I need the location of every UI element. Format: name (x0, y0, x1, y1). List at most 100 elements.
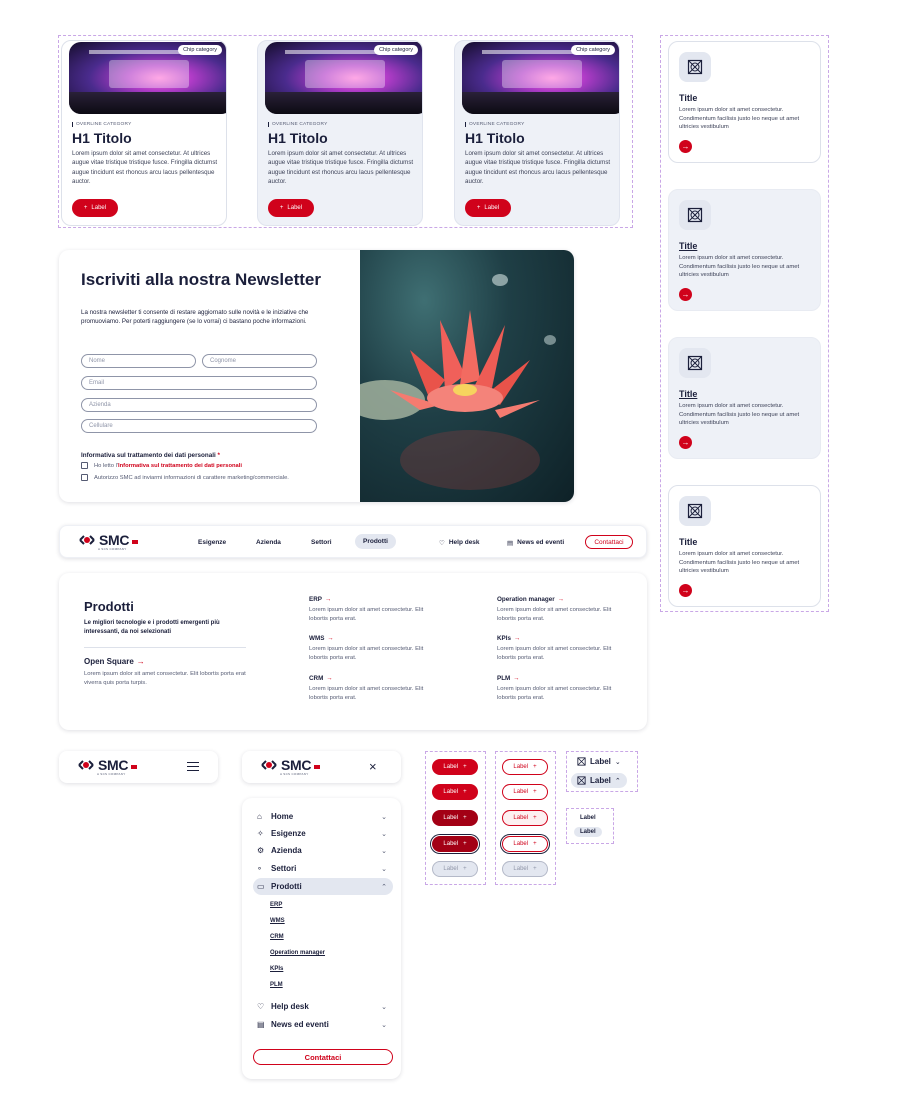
button-label: Label (443, 815, 459, 821)
name-field[interactable]: Nome (81, 354, 196, 368)
smc-logo[interactable]: SMC (77, 533, 139, 547)
outline-button-hover[interactable]: Label + (502, 784, 548, 800)
dropdown-button-closed[interactable]: Label ⌄ (571, 754, 627, 769)
filled-button-default[interactable]: Label + (432, 759, 478, 775)
nav-item-azienda[interactable]: Azienda (256, 526, 281, 559)
arrow-right-icon: → (136, 657, 145, 666)
hamburger-icon[interactable] (187, 762, 199, 771)
icon-card-2[interactable]: Title Lorem ipsum dolor sit amet consect… (668, 189, 821, 311)
email-field[interactable]: Email (81, 376, 317, 390)
phone-field[interactable]: Cellulare (81, 419, 317, 433)
mobile-subitem-erp[interactable]: ERP (270, 902, 282, 908)
filled-button-focused[interactable]: Label + (432, 836, 478, 852)
nav-label: Help desk (448, 539, 480, 546)
nav-item-esigenze[interactable]: Esigenze (198, 526, 226, 559)
privacy-consent[interactable]: Ho letto l'Informativa sul trattamento d… (81, 462, 242, 469)
logo-accent (132, 540, 139, 544)
overline-category: OVERLINE CATEGORY (268, 122, 327, 127)
mega-item-wms[interactable]: WMS → Lorem ipsum dolor sit amet consecte… (309, 635, 434, 662)
mega-item-operation-manager[interactable]: Operation manager → Lorem ipsum dolor sit… (497, 596, 622, 623)
mobile-item-azienda[interactable]: ⚙ Azienda ⌄ (253, 842, 393, 859)
button-label: Label (513, 764, 529, 770)
smc-logo[interactable]: SMC (76, 758, 138, 772)
icon-card-1[interactable]: Title Lorem ipsum dolor sit amet consect… (668, 41, 821, 163)
mega-item-plm[interactable]: PLM → Lorem ipsum dolor sit amet consecte… (497, 675, 622, 702)
filled-button-pressed[interactable]: Label + (432, 810, 478, 826)
arrow-right-icon[interactable]: → (679, 140, 692, 153)
mobile-subitem-operation-manager[interactable]: Operation manager (270, 950, 325, 956)
nav-item-prodotti[interactable]: Prodotti (355, 534, 396, 549)
mobile-item-settori[interactable]: ∘ Settori ⌄ (253, 860, 393, 877)
nav-label: News ed eventi (517, 539, 565, 546)
icon-card-4[interactable]: Title Lorem ipsum dolor sit amet consect… (668, 485, 821, 607)
mega-item-erp[interactable]: ERP → Lorem ipsum dolor sit amet consecte… (309, 596, 434, 623)
card-title-link[interactable]: Title (679, 389, 697, 399)
category-chip[interactable]: Chip category (374, 45, 418, 55)
product-card-2[interactable]: Chip category OVERLINE CATEGORY H1 Titol… (257, 40, 423, 226)
mega-item-description: Lorem ipsum dolor sit amet consectetur. … (309, 646, 424, 661)
mobile-item-prodotti[interactable]: ▭ Prodotti ⌃ (253, 878, 393, 895)
filled-button-hover[interactable]: Label + (432, 784, 478, 800)
nav-help-desk[interactable]: ♡ Help desk (439, 526, 480, 559)
required-mark: * (217, 452, 220, 459)
mega-item-crm[interactable]: CRM → Lorem ipsum dolor sit amet consecte… (309, 675, 434, 702)
products-icon: ▭ (257, 882, 265, 891)
nav-label: Settori (311, 539, 332, 546)
mobile-item-label: Help desk (271, 1002, 309, 1011)
outline-button-disabled: Label + (502, 861, 548, 877)
outline-button-pressed[interactable]: Label + (502, 810, 548, 826)
contattaci-button[interactable]: Contattaci (585, 535, 633, 549)
category-chip[interactable]: Chip category (571, 45, 615, 55)
company-field[interactable]: Azienda (81, 398, 317, 412)
mobile-subitem-crm[interactable]: CRM (270, 934, 284, 940)
marketing-checkbox[interactable] (81, 474, 88, 481)
mobile-item-news[interactable]: ▤ News ed eventi ⌄ (253, 1016, 393, 1033)
arrow-right-icon[interactable]: → (679, 584, 692, 597)
outline-button-default[interactable]: Label + (502, 759, 548, 775)
privacy-checkbox[interactable] (81, 462, 88, 469)
card-title-link[interactable]: Title (679, 241, 697, 251)
nav-item-settori[interactable]: Settori (311, 526, 332, 559)
mobile-item-esigenze[interactable]: ✧ Esigenze ⌄ (253, 825, 393, 842)
smc-logo[interactable]: SMC (259, 758, 321, 772)
arrow-right-icon[interactable]: → (679, 436, 692, 449)
mobile-subitem-kpis[interactable]: KPIs (270, 966, 283, 972)
icon-card-3[interactable]: Title Lorem ipsum dolor sit amet consect… (668, 337, 821, 459)
label-button[interactable]: + Label (465, 199, 511, 217)
mega-item-kpis[interactable]: KPIs → Lorem ipsum dolor sit amet consect… (497, 635, 622, 662)
mobile-header-closed: SMC A SCS COMPANY (59, 751, 218, 783)
outline-button-focused[interactable]: Label + (502, 836, 548, 852)
button-label: Label (443, 866, 459, 872)
text-button-default[interactable]: Label (574, 813, 602, 823)
card-description: Lorem ipsum dolor sit amet consectetur. … (679, 255, 800, 279)
surname-field[interactable]: Cognome (202, 354, 317, 368)
dropdown-button-open[interactable]: Label ⌃ (571, 773, 627, 788)
logo-tagline: A SCS COMPANY (98, 547, 127, 551)
marketing-consent[interactable]: Autorizzo SMC ad inviarmi informazioni d… (81, 474, 289, 481)
mobile-contattaci-button[interactable]: Contattaci (253, 1049, 393, 1065)
arrow-right-icon[interactable]: → (679, 288, 692, 301)
open-square-link[interactable]: Open Square → (84, 657, 145, 666)
mobile-item-help-desk[interactable]: ♡ Help desk ⌄ (253, 998, 393, 1015)
privacy-consent-text: Ho letto l'Informativa sul trattamento d… (94, 463, 242, 469)
close-icon[interactable]: × (369, 759, 377, 774)
label-button[interactable]: + Label (268, 199, 314, 217)
home-icon: ⌂ (257, 812, 262, 821)
company-icon: ⚙ (257, 846, 265, 855)
news-icon: ▤ (257, 1020, 265, 1029)
privacy-policy-link[interactable]: Informativa sul trattamento dei dati per… (118, 463, 242, 469)
arrow-right-icon: → (324, 596, 332, 603)
product-card-3[interactable]: Chip category OVERLINE CATEGORY H1 Titol… (454, 40, 620, 226)
mobile-subitem-wms[interactable]: WMS (270, 918, 285, 924)
mobile-item-home[interactable]: ⌂ Home ⌄ (253, 808, 393, 825)
marketing-consent-text: Autorizzo SMC ad inviarmi informazioni d… (94, 474, 289, 481)
category-chip[interactable]: Chip category (178, 45, 222, 55)
mobile-subitem-plm[interactable]: PLM (270, 982, 283, 988)
label-button[interactable]: + Label (72, 199, 118, 217)
mobile-item-label: Azienda (271, 846, 302, 855)
card-title: H1 Titolo (72, 130, 132, 146)
product-card-1[interactable]: Chip category OVERLINE CATEGORY H1 Titol… (61, 40, 227, 226)
logo-mark-icon (261, 760, 277, 770)
nav-news[interactable]: ▤ News ed eventi (507, 526, 564, 559)
text-button-active[interactable]: Label (574, 827, 602, 837)
